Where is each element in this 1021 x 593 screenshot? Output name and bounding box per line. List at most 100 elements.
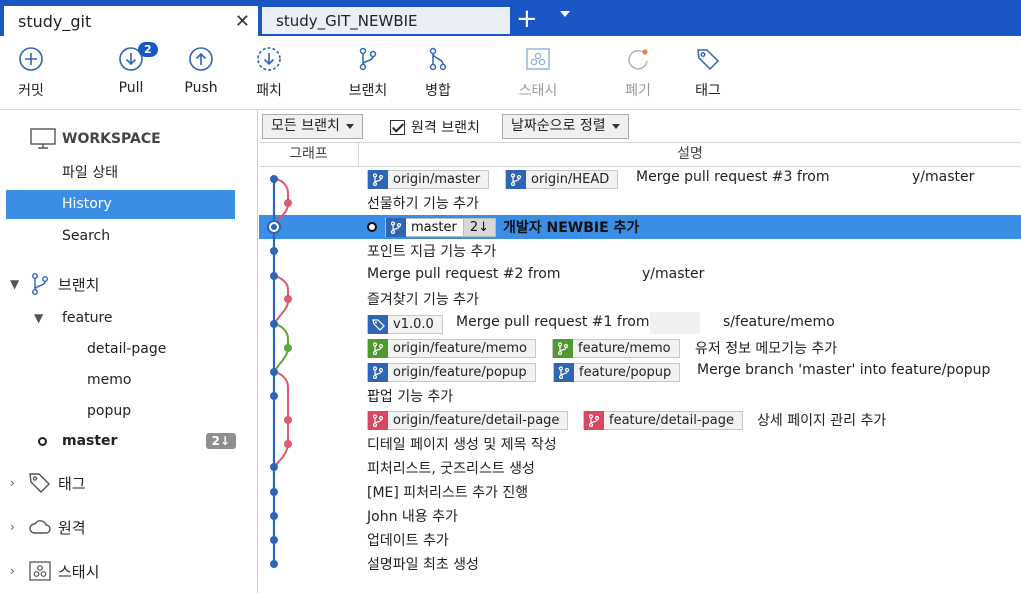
- commit-row-selected[interactable]: master 2↓ 개발자 NEWBIE 추가: [259, 215, 1021, 239]
- branches-section[interactable]: ▼ 브랜치: [10, 272, 99, 296]
- close-icon[interactable]: ✕: [235, 11, 250, 32]
- tags-section[interactable]: › 태그: [10, 471, 86, 495]
- head-indicator-icon: [367, 222, 377, 232]
- remote-branches-label: 원격 브랜치: [411, 120, 480, 136]
- branch-detail-page[interactable]: detail-page: [87, 341, 166, 357]
- commit-message: [ME] 피처리스트 추가 진행: [367, 485, 529, 501]
- workspace-label: WORKSPACE: [62, 131, 161, 147]
- commit-row[interactable]: 선물하기 기능 추가: [259, 191, 1021, 215]
- label-text: origin/feature/detail-page: [393, 413, 560, 428]
- commit-row[interactable]: origin/feature/memo feature/memo 유저 정보 메…: [259, 336, 1021, 360]
- chevron-down-icon: ▼: [10, 277, 20, 291]
- tag-icon: [29, 473, 50, 493]
- remotes-section[interactable]: › 원격: [10, 515, 86, 539]
- remote-branch-label[interactable]: origin/master: [367, 170, 490, 189]
- pull-count-badge: 2: [138, 42, 158, 57]
- stash-icon: [29, 561, 51, 581]
- commit-row[interactable]: 설명파일 최초 생성: [259, 552, 1021, 576]
- sidebar-item-history[interactable]: History: [6, 190, 235, 219]
- label-text: feature/popup: [579, 365, 672, 380]
- remote-branch-label[interactable]: origin/feature/popup: [367, 363, 536, 382]
- tag-label[interactable]: v1.0.0: [367, 315, 443, 334]
- commit-row[interactable]: origin/feature/popup feature/popup Merge…: [259, 360, 1021, 384]
- commit-message: 설명파일 최초 생성: [367, 557, 479, 573]
- current-branch-icon: [38, 436, 47, 446]
- remote-branch-label[interactable]: origin/feature/memo: [367, 339, 536, 358]
- stash-label: 스태시: [518, 83, 558, 99]
- commit-row[interactable]: origin/feature/detail-page feature/detai…: [259, 408, 1021, 432]
- commit-row[interactable]: 디테일 페이지 생성 및 제목 작성: [259, 432, 1021, 456]
- branch-icon: [554, 363, 574, 382]
- discard-button[interactable]: 폐기: [603, 46, 673, 100]
- remotes-label: 원격: [58, 518, 86, 537]
- stashes-section[interactable]: › 스태시: [10, 559, 99, 583]
- branch-popup[interactable]: popup: [87, 403, 131, 419]
- tab-study-git[interactable]: study_git ✕: [4, 6, 258, 36]
- pull-label: Pull: [118, 80, 144, 96]
- feature-folder[interactable]: ▼ feature: [34, 310, 113, 326]
- tab-menu-chevron-icon[interactable]: [560, 11, 570, 17]
- commit-row[interactable]: 즐겨찾기 기능 추가: [259, 287, 1021, 311]
- branches-label: 브랜치: [58, 275, 100, 294]
- sidebar-item-file-status[interactable]: 파일 상태: [6, 159, 235, 188]
- commit-button[interactable]: 커밋: [0, 46, 66, 100]
- graph-column-header[interactable]: 그래프: [259, 143, 359, 166]
- column-header: 그래프 설명: [259, 142, 1021, 167]
- feature-folder-label: feature: [62, 310, 113, 326]
- pull-button[interactable]: 2 Pull: [96, 42, 166, 96]
- behind-count-badge: 2↓: [205, 433, 236, 449]
- plus-circle-icon: [19, 47, 43, 71]
- label-text: origin/feature/popup: [393, 365, 527, 380]
- tag-button[interactable]: 태그: [673, 46, 743, 100]
- local-branch-label[interactable]: feature/memo: [552, 339, 680, 358]
- commit-row[interactable]: 팝업 기능 추가: [259, 384, 1021, 408]
- branch-filter-dropdown[interactable]: 모든 브랜치: [262, 114, 363, 139]
- branch-memo[interactable]: memo: [87, 372, 131, 388]
- tag-icon: [368, 315, 388, 334]
- commit-row[interactable]: v1.0.0 Merge pull request #1 from s/feat…: [259, 312, 1021, 336]
- stash-button[interactable]: 스태시: [503, 46, 573, 100]
- commit-row[interactable]: origin/master origin/HEAD Merge pull req…: [259, 167, 1021, 191]
- push-label: Push: [184, 80, 218, 96]
- patch-label: 패치: [256, 83, 282, 99]
- chevron-right-icon: ›: [10, 476, 15, 490]
- chevron-right-icon: ›: [10, 564, 15, 578]
- branch-icon: [553, 339, 573, 358]
- local-branch-label[interactable]: feature/detail-page: [583, 411, 744, 430]
- commit-row[interactable]: Merge pull request #2 from y/master: [259, 264, 1021, 288]
- sort-dropdown[interactable]: 날짜순으로 정렬: [502, 114, 629, 139]
- sidebar: WORKSPACE 파일 상태 History Search ▼ 브랜치 ▼ f…: [0, 110, 258, 593]
- tab-study-git-newbie[interactable]: study_GIT_NEWBIE: [262, 7, 510, 34]
- merge-button[interactable]: 병합: [403, 46, 473, 100]
- branch-button[interactable]: 브랜치: [333, 46, 403, 100]
- tag-label: 태그: [695, 83, 721, 99]
- commit-row[interactable]: 포인트 지급 기능 추가: [259, 239, 1021, 263]
- tab-label: study_GIT_NEWBIE: [276, 11, 418, 30]
- push-button[interactable]: Push: [166, 46, 236, 96]
- commit-message: 피처리스트, 굿즈리스트 생성: [367, 461, 535, 477]
- branch-label: 브랜치: [348, 83, 388, 99]
- commit-message-tail: y/master: [912, 169, 975, 185]
- add-tab-button[interactable]: +: [516, 6, 538, 32]
- local-branch-label[interactable]: master 2↓: [385, 218, 497, 237]
- tags-label: 태그: [58, 474, 86, 493]
- patch-button[interactable]: 패치: [234, 46, 304, 100]
- branch-master[interactable]: master 2↓: [38, 433, 250, 449]
- remote-branch-label[interactable]: origin/feature/detail-page: [367, 411, 569, 430]
- remote-branch-label[interactable]: origin/HEAD: [505, 170, 619, 189]
- commit-message: Merge pull request #3 from: [636, 169, 830, 185]
- commit-message: John 내용 추가: [367, 509, 458, 525]
- description-column-header[interactable]: 설명: [359, 143, 1021, 166]
- remote-branches-checkbox[interactable]: 원격 브랜치: [390, 117, 480, 137]
- branch-icon: [368, 170, 388, 189]
- behind-count: 2↓: [462, 219, 496, 236]
- local-branch-label[interactable]: feature/popup: [553, 363, 681, 382]
- chevron-right-icon: ›: [10, 520, 15, 534]
- commit-graph: [267, 175, 292, 568]
- commit-row[interactable]: 업데이트 추가: [259, 528, 1021, 552]
- commit-row[interactable]: John 내용 추가: [259, 504, 1021, 528]
- commit-row[interactable]: 피처리스트, 굿즈리스트 생성: [259, 456, 1021, 480]
- sidebar-item-search[interactable]: Search: [6, 222, 235, 251]
- label-text: master: [411, 220, 457, 235]
- commit-row[interactable]: [ME] 피처리스트 추가 진행: [259, 480, 1021, 504]
